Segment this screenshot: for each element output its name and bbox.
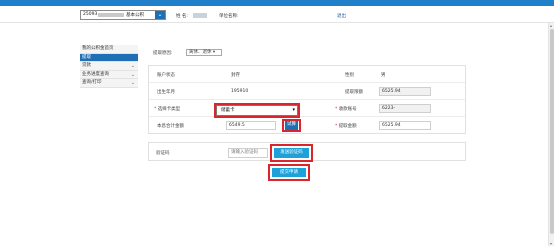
required-mark: *	[335, 124, 338, 129]
sidebar-item-label: 查询/打印	[82, 80, 102, 85]
submit-application-button[interactable]: 提交申请	[272, 168, 306, 177]
verify-code-input[interactable]: 请输入验证码	[228, 148, 268, 158]
gender-value: 男	[381, 73, 386, 78]
withdraw-form: 账户状态 封存 性别 男 出生年月 195910 提取限额 6525.94 * …	[148, 65, 466, 134]
sidebar-item-label: 贷款	[82, 63, 91, 68]
account-select[interactable]: 25093 基本公积 ⌄	[80, 10, 166, 20]
sidebar-item-label: 提取	[82, 54, 91, 60]
chevron-down-icon: ⌄	[130, 63, 135, 69]
sidebar: 我的公积金首页 提取 贷款 ⌄ 业务进度查询 ⌄ 查询/打印 ⌄	[80, 45, 138, 88]
required-mark: *	[335, 107, 338, 112]
chevron-down-icon: ▾	[292, 107, 295, 113]
verify-label: 验证码	[156, 151, 170, 156]
header-bar: 25093 基本公积 ⌄ 姓 名: 单位名称: 退出	[0, 6, 554, 23]
bank-account-value: 6223-	[382, 106, 396, 111]
form-row-card: * 选择卡类型 * 收款账号 6223-	[149, 100, 465, 117]
verify-placeholder: 请输入验证码	[231, 150, 258, 155]
sidebar-item-label: 业务进度查询	[82, 71, 109, 77]
bank-account-label: * 收款账号	[335, 106, 357, 112]
reason-value: 离休、退休	[189, 50, 212, 55]
interest-field: 6549.5	[226, 121, 276, 130]
birth-value: 195910	[231, 89, 249, 94]
form-row-birth: 出生年月 195910 提取限额 6525.94	[149, 83, 465, 100]
withdraw-amount-label-text: 提取金额	[338, 124, 357, 129]
reason-select[interactable]: 离休、退休 ▾	[186, 49, 222, 56]
scroll-down-icon[interactable]: ▾	[550, 241, 552, 246]
limit-field: 6525.94	[379, 87, 431, 96]
limit-value: 6525.94	[382, 89, 401, 94]
account-suffix: 基本公积	[126, 13, 144, 18]
withdraw-amount-value: 6525.94	[382, 123, 401, 128]
card-type-label-text: 选择卡类型	[157, 107, 181, 112]
required-mark: *	[154, 107, 157, 112]
sidebar-item-loan[interactable]: 贷款 ⌄	[80, 62, 138, 71]
account-prefix: 25093	[83, 12, 98, 17]
vertical-scrollbar[interactable]: ▴ ▾	[548, 23, 554, 246]
logout-link[interactable]: 退出	[337, 13, 346, 19]
sidebar-item-progress[interactable]: 业务进度查询 ⌄	[80, 70, 138, 79]
verify-section: 验证码 请输入验证码 发送验证码	[148, 142, 466, 162]
scroll-up-icon[interactable]: ▴	[550, 23, 552, 28]
reason-label: 提取原因:	[153, 51, 173, 56]
withdraw-amount-label: * 提取金额	[335, 123, 357, 129]
chevron-down-icon: ⌄	[130, 71, 135, 78]
card-type-label: * 选择卡类型	[154, 106, 180, 112]
card-type-value: 储蓄卡	[221, 108, 235, 113]
form-row-amount: 本息合计金额 6549.5 * 提取金额 6525.94	[149, 117, 465, 134]
sidebar-item-withdraw[interactable]: 提取	[80, 53, 138, 62]
account-status-label: 账户状态	[157, 73, 175, 78]
sidebar-item-home[interactable]: 我的公积金首页	[80, 45, 138, 54]
gender-label: 性别	[345, 73, 354, 78]
bank-account-field: 6223-	[379, 104, 431, 113]
interest-value: 6549.5	[229, 123, 245, 128]
send-code-button[interactable]: 发送验证码	[274, 148, 309, 158]
bank-account-label-text: 收款账号	[338, 107, 357, 112]
user-name-mask	[193, 13, 207, 18]
card-type-select[interactable]: 储蓄卡 ▾	[216, 105, 298, 116]
account-number-mask	[98, 13, 124, 17]
sidebar-item-query-print[interactable]: 查询/打印 ⌄	[80, 79, 138, 88]
sidebar-item-label: 我的公积金首页	[82, 46, 114, 51]
birth-label: 出生年月	[157, 90, 175, 95]
chevron-down-icon: ⌄	[130, 80, 135, 86]
withdraw-amount-field[interactable]: 6525.94	[379, 121, 431, 130]
chevron-down-icon[interactable]: ⌄	[155, 11, 165, 19]
form-row-status: 账户状态 封存 性别 男	[149, 66, 465, 83]
user-name-label: 姓 名:	[176, 14, 188, 19]
trial-calc-button[interactable]: 试算	[285, 121, 298, 130]
account-status-value: 封存	[231, 73, 240, 78]
unit-name-label: 单位名称:	[219, 14, 239, 19]
interest-label: 本息合计金额	[157, 124, 184, 129]
limit-label: 提取限额	[345, 90, 363, 95]
scroll-thumb[interactable]	[550, 29, 554, 234]
